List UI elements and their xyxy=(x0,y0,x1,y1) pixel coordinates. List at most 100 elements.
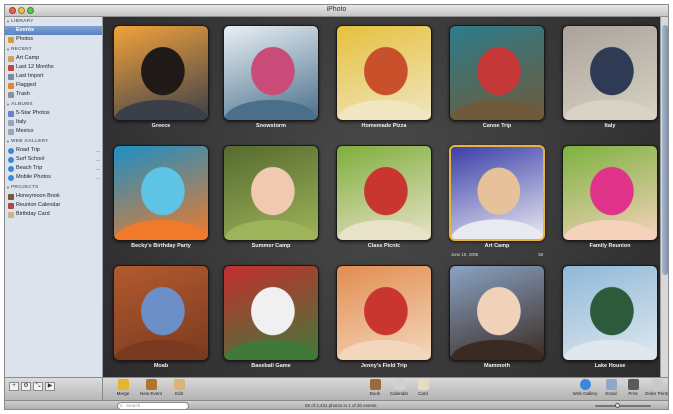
library-disclosure-icon[interactable]: ▼ xyxy=(6,19,10,24)
event-key-photo[interactable] xyxy=(113,145,209,241)
sidebar-item-5-star-photos[interactable]: 5-Star Photos xyxy=(5,109,102,118)
sidebar-item-birthday-card[interactable]: Birthday Card xyxy=(5,210,102,219)
flag-icon xyxy=(8,82,14,89)
sidebar-item-road-trip[interactable]: Road Trip ⊸ xyxy=(5,146,102,155)
edit-button[interactable]: Edit xyxy=(165,379,193,396)
event-title[interactable]: Mammoth xyxy=(447,363,547,369)
bottom-toolbar: Merge New Event Edit Book Calendar Card Web Ga… xyxy=(103,377,668,400)
edit-icon xyxy=(173,379,185,390)
event-key-photo[interactable] xyxy=(113,25,209,121)
event-title[interactable]: Becky's Birthday Party xyxy=(111,243,211,249)
event-title[interactable]: Lake House xyxy=(560,363,660,369)
sidebar-item-label: Mobile Photos xyxy=(16,174,51,180)
vertical-scrollbar[interactable] xyxy=(660,17,668,377)
event-key-photo[interactable] xyxy=(223,265,319,361)
albums-disclosure-icon[interactable]: ▼ xyxy=(6,102,10,107)
event-tile[interactable]: Jenny's Field Trip xyxy=(334,265,434,377)
event-title[interactable]: Snowstorm xyxy=(221,123,321,129)
merge-button[interactable]: Merge xyxy=(109,379,137,396)
zoom-slider-knob[interactable] xyxy=(615,403,621,408)
event-tile[interactable]: Homemade Pizza xyxy=(334,25,434,137)
sidebar-item-label: 5-Star Photos xyxy=(16,110,50,116)
sidebar-item-events[interactable]: Events xyxy=(5,26,102,35)
event-tile[interactable]: Canoe Trip xyxy=(447,25,547,137)
event-title[interactable]: Homemade Pizza xyxy=(334,123,434,129)
scrollbar-thumb[interactable] xyxy=(662,25,668,275)
event-tile[interactable]: Class Picnic xyxy=(334,145,434,257)
web-gallery-icon xyxy=(579,379,591,390)
recent-disclosure-icon[interactable]: ▼ xyxy=(6,47,10,52)
card-button[interactable]: Card xyxy=(409,379,437,396)
photos-icon xyxy=(8,36,14,43)
sidebar-item-label: Photos xyxy=(16,36,34,42)
event-title[interactable]: Moab xyxy=(111,363,211,369)
sidebar-item-mobile-photos[interactable]: Mobile Photos ⊸ xyxy=(5,173,102,182)
event-title[interactable]: Family Reunion xyxy=(560,243,660,249)
event-tile[interactable]: Baseball Game xyxy=(221,265,321,377)
action-menu-button[interactable]: ⚙ xyxy=(21,382,31,391)
sidebar-item-trash[interactable]: Trash xyxy=(5,90,102,99)
event-title[interactable]: Canoe Trip xyxy=(447,123,547,129)
sidebar-item-photos[interactable]: Photos xyxy=(5,35,102,44)
sidebar-item-surf-school[interactable]: Surf School ⊸ xyxy=(5,155,102,164)
event-key-photo[interactable] xyxy=(336,265,432,361)
event-tile[interactable]: Moab xyxy=(111,265,211,377)
event-title[interactable]: Class Picnic xyxy=(334,243,434,249)
toolbar-button-label: Card xyxy=(418,391,428,396)
event-title[interactable]: Art Camp xyxy=(447,243,547,249)
sidebar-item-last-12-months[interactable]: Last 12 Months xyxy=(5,63,102,72)
event-key-photo[interactable] xyxy=(336,145,432,241)
projects-disclosure-icon[interactable]: ▼ xyxy=(6,185,10,190)
sidebar-item-art-camp[interactable]: Art Camp xyxy=(5,54,102,63)
sidebar-item-last-import[interactable]: Last Import xyxy=(5,72,102,81)
web-gallery-section-header: WEB GALLERY xyxy=(11,139,49,144)
event-key-photo[interactable] xyxy=(223,25,319,121)
web-gallery-button[interactable]: Web Gallery xyxy=(571,379,599,396)
calendar-project-icon xyxy=(8,202,14,209)
fullscreen-button[interactable]: ⤡ xyxy=(33,382,43,391)
slideshow-button[interactable]: ▶ xyxy=(45,382,55,391)
event-tile[interactable]: Italy xyxy=(560,25,660,137)
web-gallery-disclosure-icon[interactable]: ▼ xyxy=(6,139,10,144)
event-icon xyxy=(8,55,14,62)
add-button[interactable]: + xyxy=(9,382,19,391)
iphoto-window: iPhoto ▼ LIBRARY Events Photos ▼ RECENT Art Ca… xyxy=(4,4,669,410)
event-tile[interactable]: Becky's Birthday Party xyxy=(111,145,211,257)
card-icon xyxy=(417,379,429,390)
order-prints-button[interactable]: Order Prints xyxy=(643,379,668,396)
event-key-photo[interactable] xyxy=(449,25,545,121)
event-tile[interactable]: Greece xyxy=(111,25,211,137)
event-title[interactable]: Summer Camp xyxy=(221,243,321,249)
sidebar-item-beach-trip[interactable]: Beach Trip ⊸ xyxy=(5,164,102,173)
sidebar-item-italy[interactable]: Italy xyxy=(5,118,102,127)
event-tile[interactable]: Summer Camp xyxy=(221,145,321,257)
search-field[interactable]: ⌕ Search xyxy=(117,402,189,409)
event-tile[interactable]: Art Camp June 15, 2006 58 xyxy=(447,145,547,257)
event-title[interactable]: Baseball Game xyxy=(221,363,321,369)
event-key-photo[interactable] xyxy=(449,145,545,241)
event-key-photo[interactable] xyxy=(113,265,209,361)
event-key-photo[interactable] xyxy=(562,145,658,241)
event-title[interactable]: Italy xyxy=(560,123,660,129)
zoom-slider[interactable] xyxy=(595,403,651,408)
event-key-photo[interactable] xyxy=(223,145,319,241)
event-tile[interactable]: Snowstorm xyxy=(221,25,321,137)
event-tile[interactable]: Mammoth xyxy=(447,265,547,377)
event-title[interactable]: Greece xyxy=(111,123,211,129)
event-title[interactable]: Jenny's Field Trip xyxy=(334,363,434,369)
sidebar-item-reunion-calendar[interactable]: Reunion Calendar xyxy=(5,201,102,210)
event-tile[interactable]: Family Reunion xyxy=(560,145,660,257)
card-icon xyxy=(8,211,14,218)
event-photo-count: 58 xyxy=(538,252,543,257)
sidebar-item-mexico[interactable]: Mexico xyxy=(5,127,102,136)
sidebar-item-label: Trash xyxy=(16,91,30,97)
sidebar-item-honeymoon-book[interactable]: Honeymoon Book xyxy=(5,192,102,201)
event-key-photo[interactable] xyxy=(562,265,658,361)
event-tile[interactable]: Lake House xyxy=(560,265,660,377)
calendar-icon xyxy=(393,379,405,390)
event-key-photo[interactable] xyxy=(562,25,658,121)
event-key-photo[interactable] xyxy=(336,25,432,121)
event-key-photo[interactable] xyxy=(449,265,545,361)
sidebar-item-flagged[interactable]: Flagged xyxy=(5,81,102,90)
new-event-button[interactable]: New Event xyxy=(137,379,165,396)
